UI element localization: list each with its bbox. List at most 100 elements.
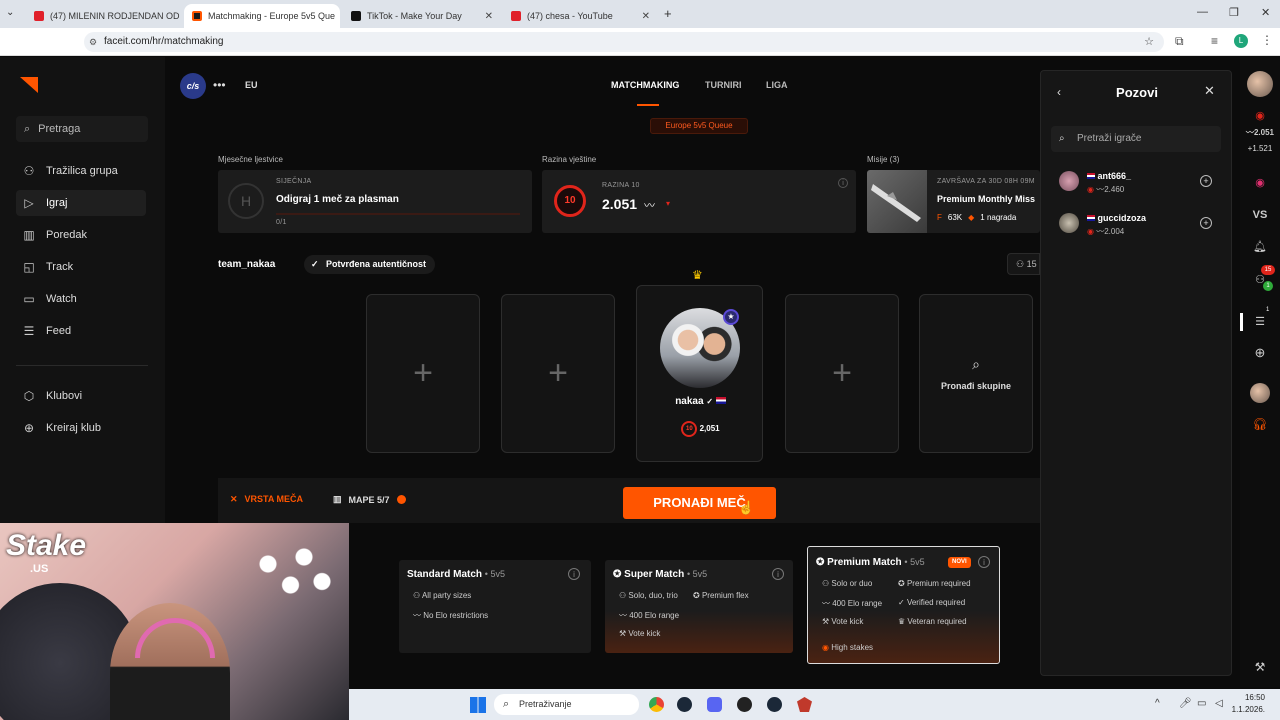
sidebar-search[interactable]: ⌕ Pretraga — [16, 116, 148, 142]
versus-icon[interactable]: VS — [1240, 209, 1280, 221]
info-icon[interactable]: i — [568, 568, 580, 580]
tab-tournaments[interactable]: TURNIRI — [705, 80, 742, 90]
bookmark-star-icon[interactable]: ☆ — [1144, 32, 1154, 52]
standard-match-card[interactable]: Standard Match • 5v5 i ⚇ All party sizes… — [399, 560, 591, 653]
game-app-icon[interactable] — [797, 697, 812, 712]
friend-avatar[interactable] — [1250, 383, 1270, 403]
extensions-icon[interactable]: ⧉ — [1175, 34, 1184, 49]
queue-badge[interactable]: Europe 5v5 Queue — [650, 118, 748, 134]
verified-badge[interactable]: ✓ Potvrđena autentičnost — [304, 255, 436, 274]
invite-add-icon[interactable]: + — [1200, 217, 1212, 229]
network-icon[interactable]: ▭ — [1197, 698, 1206, 709]
steam-app-icon[interactable] — [677, 697, 692, 712]
tab-league[interactable]: LIGA — [766, 80, 788, 90]
leaderboard-hub-icon: H — [228, 183, 264, 219]
friends-icon[interactable]: ⚇ — [1240, 273, 1280, 286]
sidebar-item-group-finder[interactable]: ⚇ Tražilica grupa — [16, 158, 146, 184]
user-avatar[interactable] — [1247, 71, 1273, 97]
faceit-logo-icon[interactable] — [20, 77, 38, 93]
taskbar-time[interactable]: 16:50 — [1237, 693, 1265, 702]
windows-taskbar: ⌕ Pretraživanje ^ 🎤︎ ▭ ◁ 16:50 1.1.2026. — [349, 689, 1280, 720]
browser-tab-3[interactable]: TikTok - Make Your Day ✕ — [343, 4, 501, 28]
sidebar-item-feed[interactable]: ☰ Feed — [16, 318, 146, 344]
game-badge[interactable]: c/s — [180, 73, 206, 99]
add-icon[interactable]: ⊕ — [1240, 345, 1280, 361]
chevron-down-icon[interactable]: ▾ — [666, 199, 670, 208]
tab-search-icon[interactable]: ⌄ — [6, 7, 14, 18]
feature-label: All party sizes — [421, 591, 472, 600]
close-tab-icon[interactable]: ✕ — [642, 11, 650, 22]
empty-party-slot[interactable]: + — [785, 294, 899, 453]
browser-tab-4[interactable]: (47) chesa - YouTube ✕ — [503, 4, 658, 28]
region-label[interactable]: EU — [245, 80, 258, 90]
empty-party-slot[interactable]: + — [366, 294, 480, 453]
premium-icon[interactable]: ◉ — [1240, 176, 1280, 189]
url-field[interactable]: ⚙ faceit.com/hr/matchmaking ☆ — [84, 32, 1164, 52]
info-icon[interactable]: i — [838, 178, 848, 188]
empty-party-slot[interactable]: + — [501, 294, 615, 453]
info-icon[interactable]: i — [978, 556, 990, 568]
windows-start-icon[interactable] — [470, 697, 486, 713]
new-tab-button[interactable]: + — [664, 6, 672, 21]
notifications-bell-icon[interactable]: 🔔︎ — [1240, 240, 1280, 253]
close-tab-icon[interactable]: ✕ — [485, 11, 493, 22]
feature-label: Solo or duo — [831, 579, 873, 588]
premium-match-card[interactable]: ✪ Premium Match • 5v5 NOVI i ⚇ Solo or d… — [807, 546, 1000, 664]
tab-matchmaking[interactable]: MATCHMAKING — [611, 80, 679, 90]
browser-tab-2[interactable]: Matchmaking - Europe 5v5 Que ✕ — [184, 4, 340, 28]
browser-menu-icon[interactable]: ⋮ — [1261, 33, 1273, 47]
sidebar-item-clubs[interactable]: ⬡ Klubovi — [16, 383, 146, 409]
player-elo: 2.004 — [1104, 227, 1125, 236]
microphone-icon[interactable]: 🎤︎ — [1179, 698, 1192, 709]
profile-avatar[interactable]: L — [1234, 34, 1248, 48]
maximize-button[interactable]: ❐ — [1229, 6, 1239, 19]
ranking-icon: ▥ — [23, 228, 35, 242]
minimize-button[interactable]: — — [1197, 6, 1208, 18]
tray-chevron-icon[interactable]: ^ — [1155, 698, 1160, 709]
close-window-button[interactable]: ✕ — [1261, 6, 1270, 19]
sidebar-item-label: Track — [46, 261, 74, 273]
taskbar-date[interactable]: 1.1.2026. — [1221, 705, 1265, 714]
player-search-input[interactable]: ⌕ Pretraži igrače — [1051, 126, 1221, 152]
invite-player-1[interactable]: ant666_ — [1087, 171, 1131, 181]
super-match-card[interactable]: ✪ Super Match • 5v5 i ⚇ Solo, duo, trio … — [605, 560, 793, 653]
match-card-title: Standard Match — [407, 569, 483, 580]
player-card[interactable]: ★ nakaa ✓ 10 2,051 — [636, 285, 763, 462]
more-options-icon[interactable]: ••• — [213, 78, 226, 92]
match-type-button[interactable]: ✕ VRSTA MEČA — [230, 494, 303, 505]
sidebar-item-track[interactable]: ◱ Track — [16, 254, 146, 280]
steam-app-icon[interactable] — [767, 697, 782, 712]
sidebar-item-create-club[interactable]: ⊕ Kreiraj klub — [16, 415, 146, 441]
add-player-icon: + — [548, 354, 568, 392]
sidebar-item-watch[interactable]: ▭ Watch — [16, 286, 146, 312]
layout-toggle-icon[interactable]: ⚒ — [1240, 660, 1280, 674]
invite-player-2[interactable]: guccidzoza — [1087, 213, 1146, 223]
skill-card[interactable]: 10 RAZINA 10 2.051 〰 ▾ i — [542, 170, 856, 233]
invite-add-icon[interactable]: + — [1200, 175, 1212, 187]
match-card-size: 5v5 — [490, 569, 505, 579]
leaderboard-card[interactable]: H SIJEČNJA Odigraj 1 meč za plasman 0/1 — [218, 170, 532, 233]
party-icon[interactable]: ☰ — [1240, 315, 1280, 328]
team-name[interactable]: team_nakaa — [218, 259, 275, 270]
obs-app-icon[interactable] — [737, 697, 752, 712]
info-icon[interactable]: i — [772, 568, 784, 580]
site-info-icon[interactable]: ⚙ — [89, 32, 97, 52]
browser-tab-1[interactable]: (47) MILENIN RODJENDAN OD ✕ — [26, 4, 181, 28]
missions-card[interactable]: ZAVRŠAVA ZA 30D 08H 09M Premium Monthly … — [867, 170, 1040, 233]
sidebar-item-ranking[interactable]: ▥ Poredak — [16, 222, 146, 248]
feature-row: 〰 400 Elo range — [822, 598, 882, 609]
support-headset-icon[interactable]: 🎧︎ — [1240, 417, 1280, 431]
party-count-button[interactable]: ⚇ 15 — [1007, 253, 1040, 275]
maps-button[interactable]: ▥ MAPE 5/7 — [333, 494, 406, 505]
close-icon[interactable]: ✕ — [1204, 83, 1215, 99]
taskbar-search[interactable]: ⌕ Pretraživanje — [494, 694, 639, 715]
find-party-slot[interactable]: ⌕ Pronađi skupine — [919, 294, 1033, 453]
feature-row: ⚇ Solo or duo — [822, 579, 872, 588]
media-controls-icon[interactable]: ≡ — [1211, 34, 1218, 48]
match-type-label: VRSTA MEČA — [244, 494, 304, 504]
sidebar-item-label: Klubovi — [46, 390, 83, 402]
discord-app-icon[interactable] — [707, 697, 722, 712]
chrome-app-icon[interactable] — [649, 697, 664, 712]
premium-icon: ✪ — [693, 591, 700, 600]
sidebar-item-play[interactable]: ▷ Igraj — [16, 190, 146, 216]
